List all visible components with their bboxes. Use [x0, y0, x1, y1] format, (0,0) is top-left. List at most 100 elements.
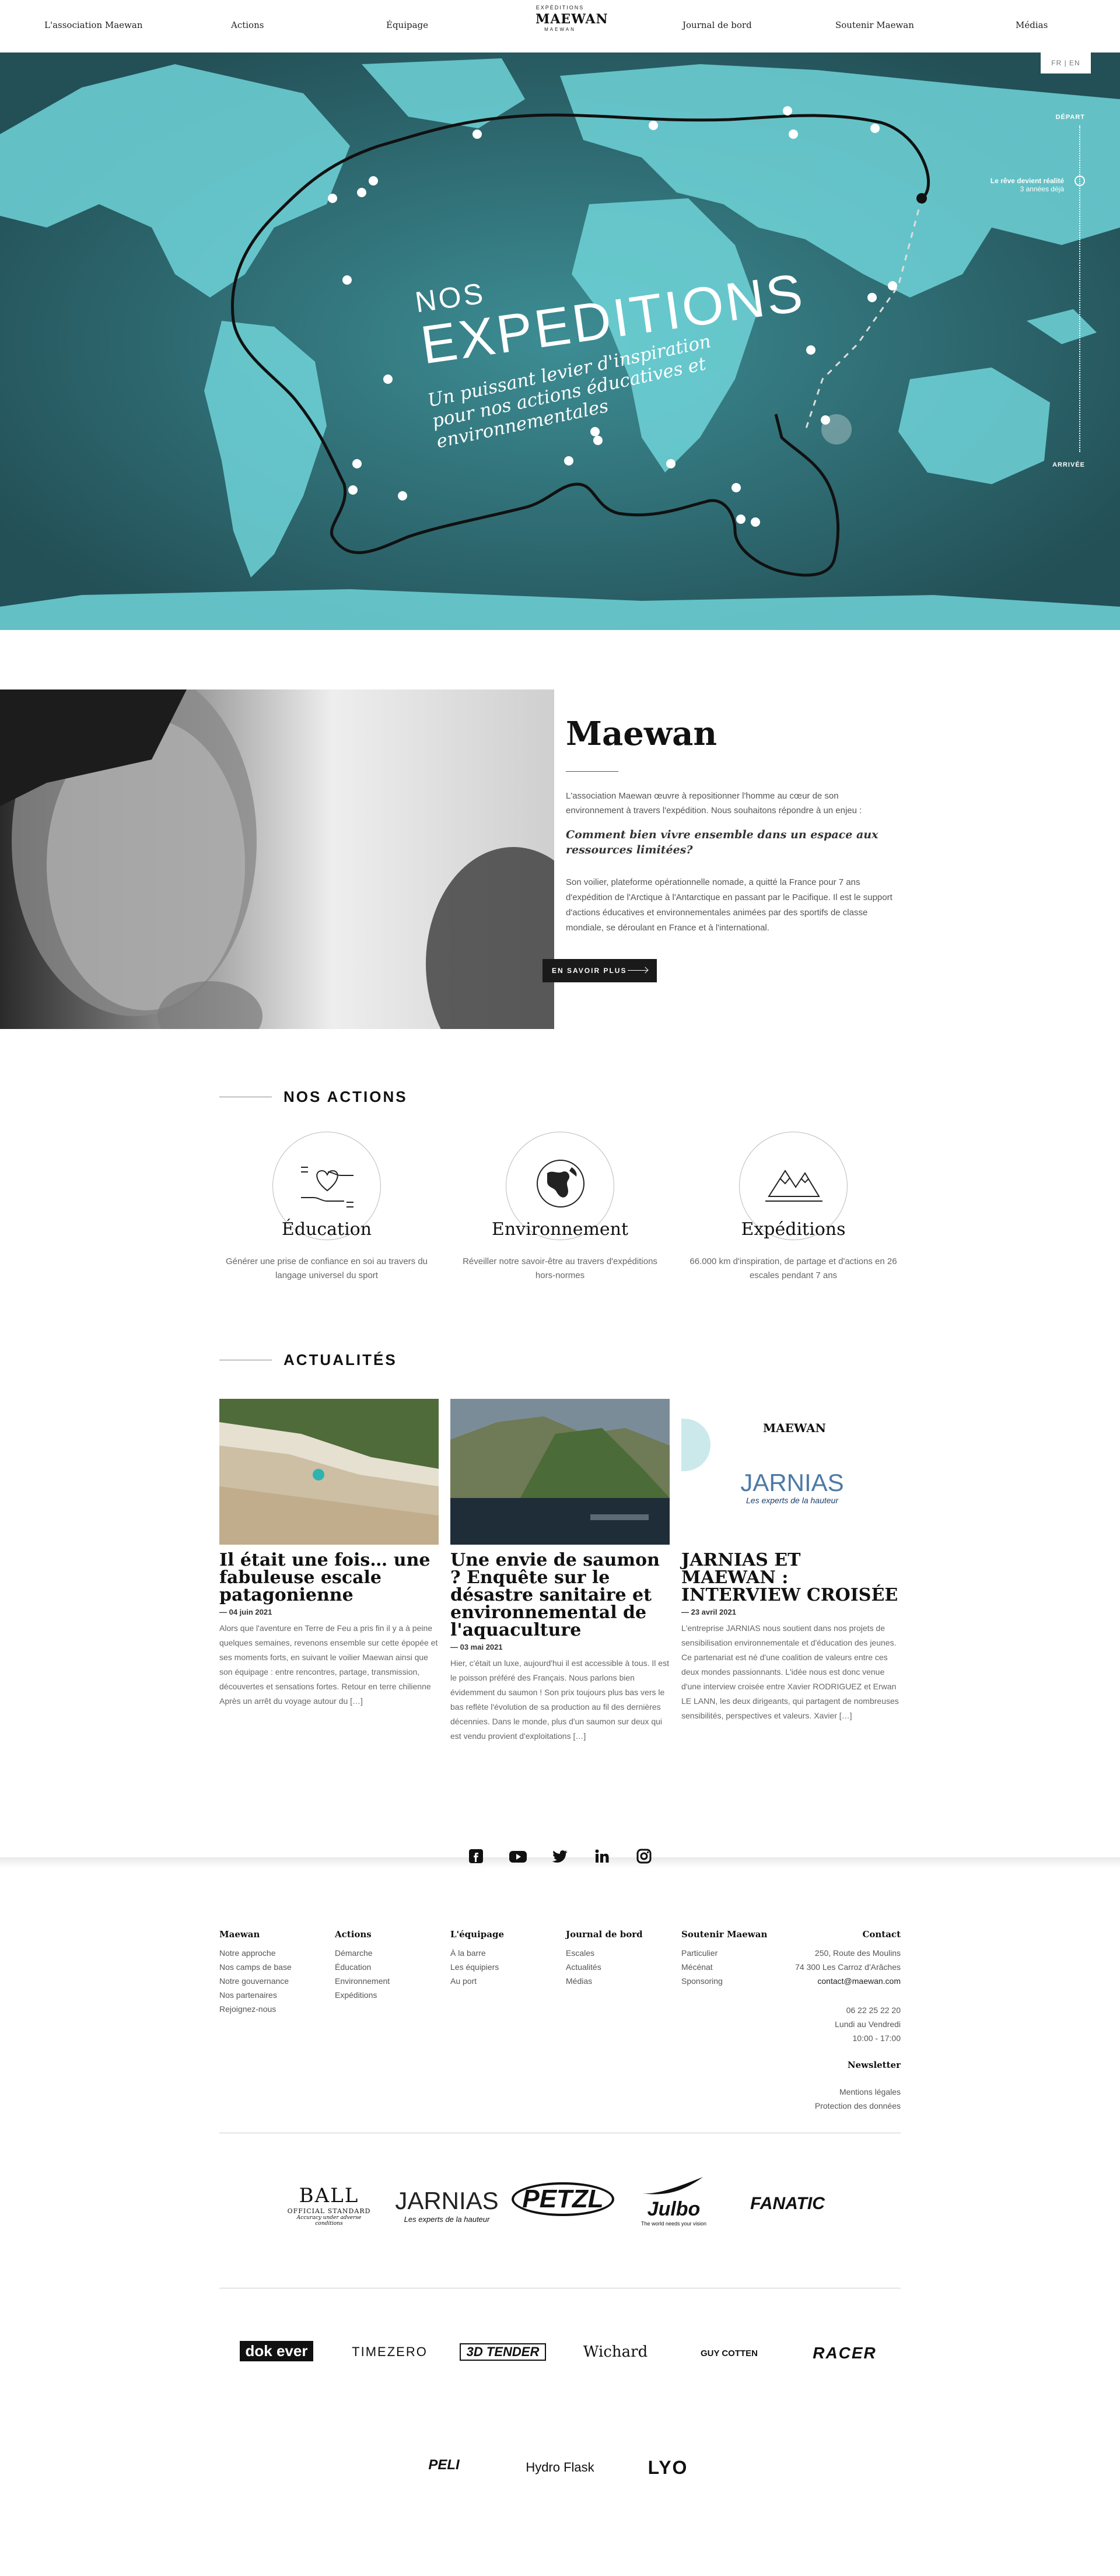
footer-link[interactable]: À la barre — [450, 1946, 504, 1960]
footer-link[interactable]: Particulier — [681, 1946, 767, 1960]
contact-city: 74 300 Les Carroz d'Arâches — [795, 1962, 901, 1972]
footer-link[interactable]: Les équipiers — [450, 1960, 504, 1974]
partner-petzl[interactable]: PETZL — [512, 2177, 614, 2221]
progress-callout-sub: 3 années déjà — [1020, 185, 1064, 193]
twitter-icon[interactable] — [551, 1847, 569, 1866]
action-education[interactable]: Éducation Générer une prise de confiance… — [210, 1132, 443, 1283]
logo-bottom-text: MAEWAN — [544, 27, 576, 32]
contact-phone[interactable]: 06 22 25 22 20 — [795, 2003, 901, 2017]
news-title[interactable]: Une envie de saumon ? Enquête sur le dés… — [450, 1552, 670, 1639]
partner-jarnias-tag: Les experts de la hauteur — [404, 2214, 490, 2224]
news-excerpt: L'entreprise JARNIAS nous soutient dans … — [681, 1623, 899, 1720]
about-intro: L'association Maewan œuvre à repositionn… — [566, 791, 862, 816]
news-excerpt: Hier, c'était un luxe, aujourd'hui il es… — [450, 1658, 669, 1741]
facebook-icon[interactable] — [467, 1847, 485, 1866]
about-question: Comment bien vivre ensemble dans un espa… — [566, 828, 878, 856]
footer-link[interactable]: Expéditions — [335, 1988, 390, 2002]
progress-start-label: DÉPART — [1055, 114, 1085, 121]
news-card[interactable]: Une envie de saumon ? Enquête sur le dés… — [450, 1399, 670, 1744]
footer-link[interactable]: Éducation — [335, 1960, 390, 1974]
partner-hydroflask[interactable]: Hydro Flask — [514, 2444, 606, 2491]
partner-guycotten[interactable]: GUY COTTEN — [694, 2336, 764, 2371]
footer-link[interactable]: Nos partenaires — [219, 1988, 292, 2002]
partner-jarnias[interactable]: JARNIAS Les experts de la hauteur — [394, 2182, 499, 2228]
footer-link[interactable]: Actualités — [566, 1960, 643, 1974]
partner-fanatic[interactable]: FANATIC — [736, 2186, 839, 2221]
partner-3dtender[interactable]: 3D TENDER — [455, 2342, 551, 2362]
footer-col-heading: Journal de bord — [566, 1929, 643, 1940]
news-date: — 03 mai 2021 — [450, 1643, 503, 1651]
footer-newsletter: Newsletter Mentions légales Protection d… — [815, 2058, 901, 2113]
newsletter-heading[interactable]: Newsletter — [815, 2058, 901, 2072]
footer-link[interactable]: Nos camps de base — [219, 1960, 292, 1974]
partner-timezero[interactable]: TIMEZERO — [342, 2340, 438, 2364]
partner-3dtender-name: 3D TENDER — [459, 2343, 547, 2361]
partner-timezero-name: TIMEZERO — [352, 2344, 428, 2359]
legal-link[interactable]: Protection des données — [815, 2099, 901, 2113]
nav-journal[interactable]: Journal de bord — [682, 20, 752, 30]
footer-col-heading: Maewan — [219, 1929, 260, 1940]
partner-racer[interactable]: RACER — [799, 2342, 890, 2365]
arrow-right-icon — [628, 970, 648, 971]
learn-more-button[interactable]: EN SAVOIR PLUS — [542, 959, 657, 982]
legal-link[interactable]: Mentions légales — [815, 2085, 901, 2099]
footer-link[interactable]: Démarche — [335, 1946, 390, 1960]
partner-peli[interactable]: PELI — [418, 2448, 470, 2483]
news-title[interactable]: Il était une fois… une fabuleuse escale … — [219, 1552, 439, 1604]
footer-col-heading: Actions — [335, 1929, 372, 1940]
progress-end-label: ARRIVÉE — [1052, 461, 1085, 468]
logo-top-text: EXPÉDITIONS — [536, 5, 584, 10]
footer-col-journal: Journal de bord Escales Actualités Média… — [566, 1927, 643, 1988]
news-card[interactable]: Il était une fois… une fabuleuse escale … — [219, 1399, 439, 1709]
progress-marker[interactable] — [1074, 176, 1085, 186]
contact-email[interactable]: contact@maewan.com — [795, 1974, 901, 1988]
news-thumbnail[interactable] — [219, 1399, 439, 1545]
maewan-logo[interactable]: EXPÉDITIONS MAEWAN MAEWAN — [536, 5, 608, 48]
actions-heading: NOS ACTIONS — [219, 1088, 408, 1106]
footer-col-heading: Soutenir Maewan — [681, 1929, 768, 1940]
news-thumbnail[interactable]: MAEWAN JARNIAS Les experts de la hauteur — [681, 1399, 901, 1545]
footer-col-maewan: Maewan Notre approche Nos camps de base … — [219, 1927, 292, 2016]
footer-link[interactable]: Sponsoring — [681, 1974, 767, 1988]
julbo-swoosh-icon — [642, 2176, 703, 2194]
nav-actions[interactable]: Actions — [231, 20, 264, 30]
footer-link[interactable]: Au port — [450, 1974, 504, 1988]
youtube-icon[interactable] — [509, 1847, 527, 1866]
footer-link[interactable]: Mécénat — [681, 1960, 767, 1974]
language-switcher[interactable]: FR | EN — [1041, 52, 1091, 74]
instagram-icon[interactable] — [635, 1847, 653, 1866]
partner-ball[interactable]: BALL OFFICIAL STANDARD Accuracy under ad… — [282, 2182, 376, 2228]
maewan-logo: MAEWAN — [763, 1421, 826, 1435]
partner-lyo-name: LYO — [648, 2456, 688, 2478]
footer-link[interactable]: Rejoignez-nous — [219, 2002, 292, 2016]
about-title: Maewan — [566, 715, 718, 753]
partner-guycotten-name: GUY COTTEN — [700, 2348, 758, 2358]
news-title[interactable]: JARNIAS ET MAEWAN : INTERVIEW CROISÉE — [681, 1552, 901, 1604]
partner-julbo[interactable]: Julbo The world needs your vision — [630, 2171, 718, 2230]
footer-link[interactable]: Escales — [566, 1946, 643, 1960]
partner-wichard[interactable]: Wichard — [573, 2334, 658, 2370]
footer-link[interactable]: Environnement — [335, 1974, 390, 1988]
linkedin-icon[interactable] — [593, 1847, 611, 1866]
hero-map: FR | EN NOS EXPEDITIONS Un puissant levi… — [0, 52, 1120, 630]
partner-dokever-name: dok ever — [239, 2340, 314, 2361]
news-card[interactable]: MAEWAN JARNIAS Les experts de la hauteur… — [681, 1399, 901, 1723]
footer-link[interactable]: Notre approche — [219, 1946, 292, 1960]
partner-dokever[interactable]: dok ever — [231, 2337, 322, 2365]
nav-association[interactable]: L'association Maewan — [44, 20, 143, 30]
logo-word: MAEWAN — [536, 12, 608, 27]
action-environment[interactable]: Environnement Réveiller notre savoir-êtr… — [443, 1132, 677, 1283]
jarnias-logo: JARNIAS — [740, 1469, 844, 1496]
nav-medias[interactable]: Médias — [1016, 20, 1048, 30]
news-date: — 23 avril 2021 — [681, 1608, 736, 1616]
footer-link[interactable]: Médias — [566, 1974, 643, 1988]
news-thumbnail[interactable] — [450, 1399, 670, 1545]
progress-track — [1079, 125, 1080, 452]
partner-lyo[interactable]: LYO — [642, 2452, 694, 2483]
action-expeditions[interactable]: Expéditions 66.000 km d'inspiration, de … — [677, 1132, 910, 1283]
nav-soutenir[interactable]: Soutenir Maewan — [835, 20, 914, 30]
footer-link[interactable]: Notre gouvernance — [219, 1974, 292, 1988]
nav-equipage[interactable]: Équipage — [386, 20, 428, 30]
